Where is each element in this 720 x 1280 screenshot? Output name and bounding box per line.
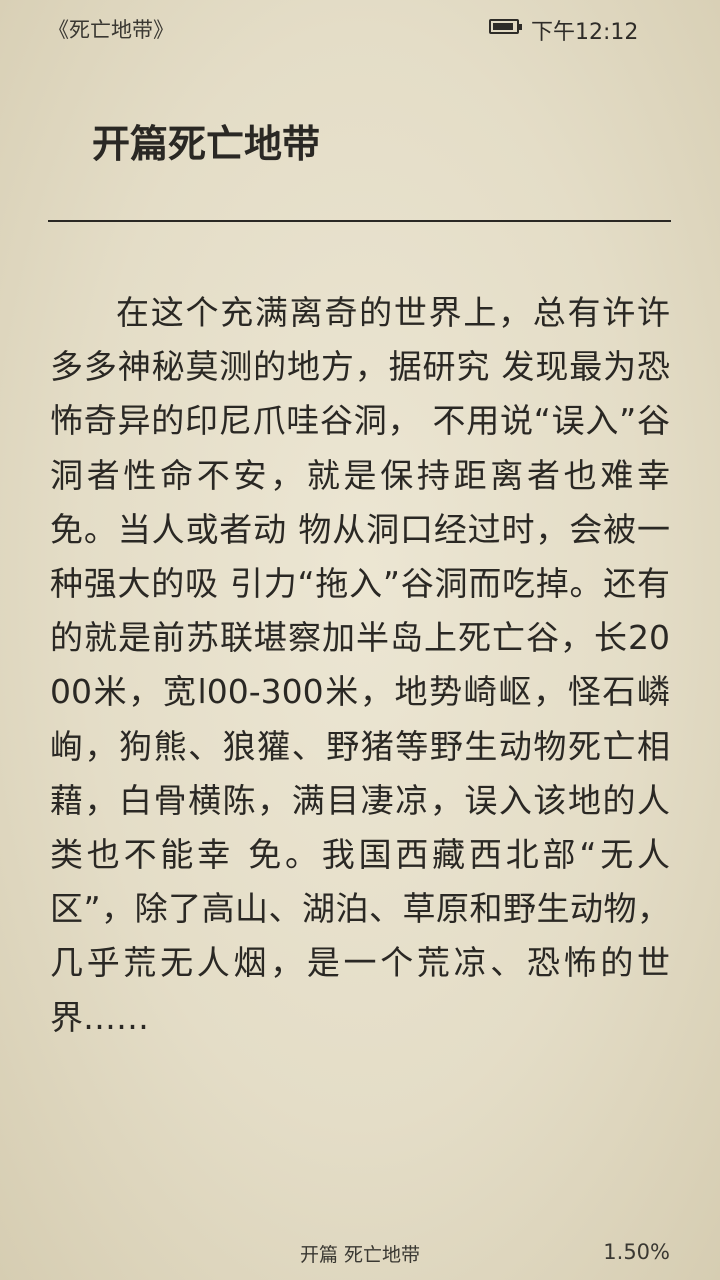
battery-level-fill — [493, 23, 513, 30]
clock: 下午12:12 — [531, 20, 639, 45]
status-bar: 《死亡地带》 下午12:12 — [0, 0, 720, 56]
title-divider — [48, 220, 671, 222]
book-title: 《死亡地带》 — [48, 18, 174, 42]
chapter-title: 开篇死亡地带 — [92, 122, 321, 166]
reading-progress: 1.50% — [603, 1240, 670, 1264]
battery-icon — [489, 19, 522, 34]
reading-content[interactable]: 在这个充满离奇的世界上，总有许许多多神秘莫测的地方，据研究 发现最为恐怖奇异的印… — [50, 286, 670, 1045]
